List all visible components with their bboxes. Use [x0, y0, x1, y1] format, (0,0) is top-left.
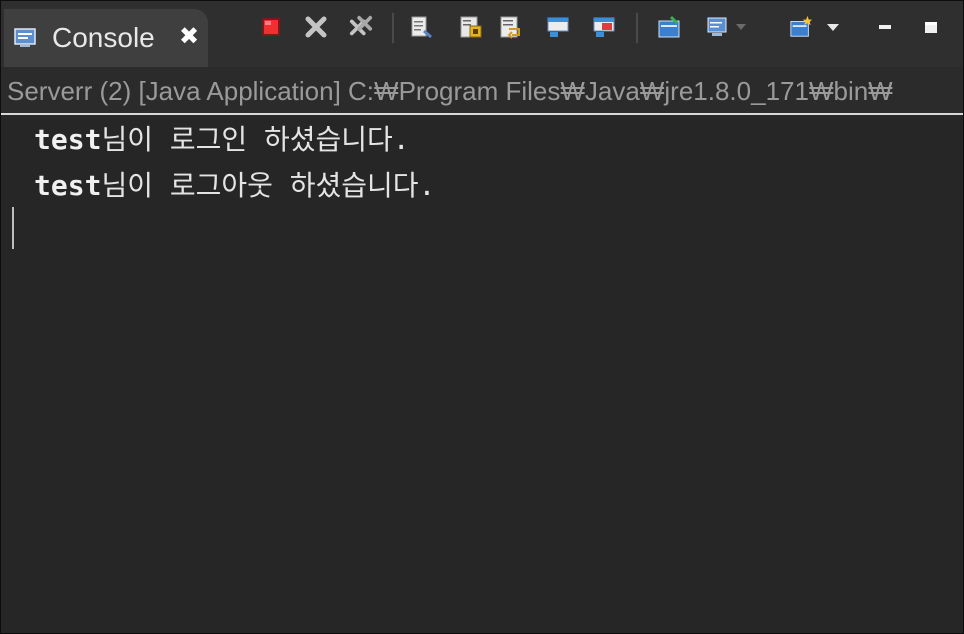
- remove-all-terminated-icon[interactable]: [349, 15, 373, 39]
- chevron-down-icon[interactable]: [825, 15, 841, 39]
- minimize-icon[interactable]: [873, 15, 897, 39]
- text-cursor: [12, 207, 14, 249]
- output-message: 님이 로그인 하셨습니다.: [101, 123, 410, 156]
- tab-title: Console: [52, 22, 155, 53]
- process-description-bar: Serverr (2) [Java Application] C:₩Progra…: [1, 67, 963, 115]
- view-toolbar: Console ✖: [1, 1, 963, 67]
- console-output[interactable]: test님이 로그인 하셨습니다. test님이 로그아웃 하셨습니다.: [1, 115, 963, 633]
- output-line: test님이 로그아웃 하셨습니다.: [34, 169, 435, 203]
- process-description: Serverr (2) [Java Application] C:₩Progra…: [7, 76, 893, 106]
- output-message: 님이 로그아웃 하셨습니다.: [101, 169, 436, 202]
- tab-console[interactable]: Console ✖: [4, 9, 208, 67]
- clear-console-icon[interactable]: [409, 15, 433, 39]
- show-on-stdout-icon[interactable]: [546, 15, 570, 39]
- console-view: Console ✖ Serverr (2) [Java Application]…: [0, 0, 964, 634]
- output-user: test: [34, 123, 102, 156]
- remove-launch-icon[interactable]: [304, 15, 328, 39]
- output-line: test님이 로그인 하셨습니다.: [34, 123, 410, 157]
- close-icon[interactable]: ✖: [176, 22, 202, 50]
- scroll-lock-icon[interactable]: [459, 15, 483, 39]
- console-icon: [14, 28, 36, 48]
- display-console-icon[interactable]: [705, 15, 729, 39]
- show-on-stderr-icon[interactable]: [592, 15, 616, 39]
- toolbar-separator: [392, 13, 394, 43]
- terminate-icon[interactable]: [259, 15, 283, 39]
- toolbar-separator: [636, 13, 638, 43]
- output-user: test: [34, 169, 102, 202]
- open-console-icon[interactable]: [789, 15, 813, 39]
- maximize-icon[interactable]: [919, 15, 943, 39]
- word-wrap-icon[interactable]: [499, 15, 523, 39]
- pin-console-icon[interactable]: [657, 15, 681, 39]
- chevron-down-icon[interactable]: [734, 15, 748, 39]
